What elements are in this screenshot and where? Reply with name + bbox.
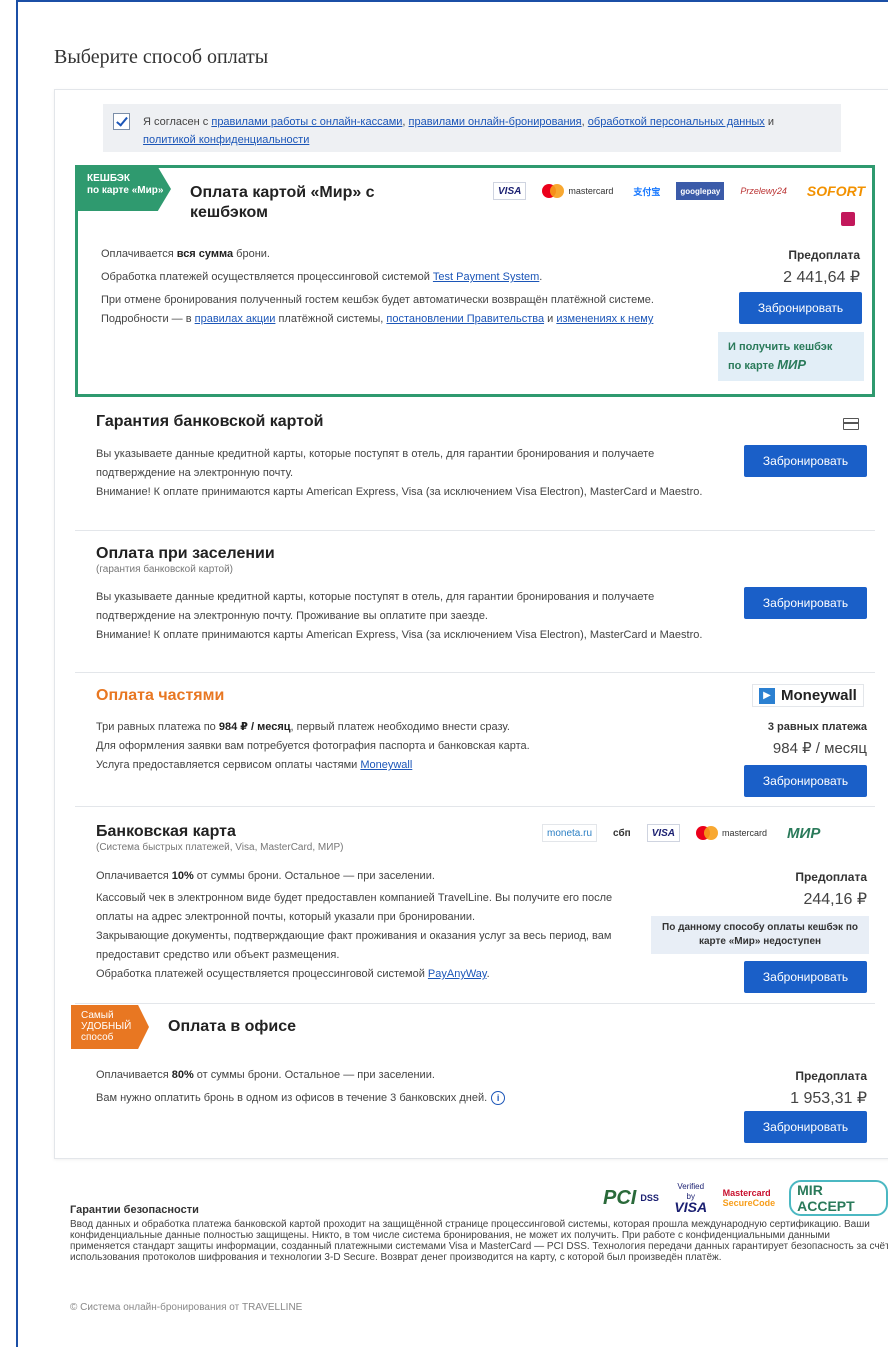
security-logos: PCI DSS Verified by VISA Mastercard SecureC…	[603, 1180, 888, 1216]
agreement-checkbox[interactable]	[113, 113, 130, 130]
office-book-button[interactable]: Забронировать	[744, 1111, 867, 1143]
sbp-logo-icon: сбп	[613, 827, 631, 839]
link-personal-data[interactable]: обработкой персональных данных	[588, 116, 765, 128]
visa-logo-icon: VISA	[646, 824, 681, 842]
bank-card-description: Оплачивается 10% от суммы брони. Остальн…	[96, 870, 613, 980]
installments-book-button[interactable]: Забронировать	[744, 765, 867, 797]
bank-card-cashback-note: По данному способу оплаты кешбэк по карт…	[651, 916, 869, 954]
mastercard-logo-icon: mastercard	[538, 182, 617, 200]
link-test-payment-system[interactable]: Test Payment System	[433, 271, 539, 283]
mir-prepay-label: Предоплата	[788, 248, 860, 262]
mir-logo-icon: МИР	[787, 824, 821, 842]
visa-logo-icon: VISA	[493, 182, 527, 200]
moneywall-icon: ▶	[759, 687, 775, 704]
office-title: Оплата в офисе	[168, 1018, 297, 1035]
guarantee-title: Гарантия банковской картой	[96, 413, 324, 430]
installments-title: Оплата частями	[96, 687, 225, 704]
office-description: Оплачивается 80% от суммы брони. Остальн…	[96, 1066, 656, 1108]
przelewy24-logo-icon: Przelewy24	[740, 186, 787, 196]
moneywall-logo: ▶ Moneywall	[752, 684, 864, 707]
moneta-logo-icon: moneta.ru	[542, 824, 598, 842]
checkin-description: Вы указываете данные кредитной карты, ко…	[96, 591, 703, 641]
copyright: © Система онлайн-бронирования от TRAVELL…	[70, 1302, 303, 1313]
checkin-title: Оплата при заселении	[96, 545, 275, 562]
alipay-logo-icon: 支付宝	[633, 186, 661, 197]
installments-price: 984 ₽ / месяц	[772, 740, 867, 757]
mir-option-title: Оплата картой «Мир» с кешбэком	[190, 184, 375, 221]
payment-methods-panel: Я согласен с правилами работы с онлайн-к…	[54, 89, 888, 1159]
guarantee-book-button[interactable]: Забронировать	[744, 445, 867, 477]
link-online-cash-rules[interactable]: правилами работы с онлайн-кассами	[211, 116, 402, 128]
mastercard-securecode-logo-icon: Mastercard SecureCode	[722, 1188, 776, 1208]
ideal-logo-icon	[841, 212, 855, 226]
credit-card-icon	[843, 418, 859, 430]
mir-description: Оплачивается вся сумма брони. Обработка …	[101, 248, 654, 325]
office-prepay-label: Предоплата	[795, 1069, 867, 1083]
bank-card-title: Банковская карта	[96, 823, 236, 840]
security-text: Ввод данных и обработка платежа банковск…	[70, 1219, 888, 1263]
bank-card-book-button[interactable]: Забронировать	[744, 961, 867, 993]
link-promo-rules[interactable]: правилах акции	[195, 313, 276, 325]
mir-book-button[interactable]: Забронировать	[739, 292, 862, 324]
security-title: Гарантии безопасности	[70, 1204, 199, 1216]
office-price: 1 953,31 ₽	[790, 1090, 867, 1107]
mir-accept-logo-icon: MIR ACCEPT	[789, 1180, 888, 1216]
link-moneywall[interactable]: Moneywall	[360, 759, 412, 771]
bank-card-prepay-label: Предоплата	[795, 870, 867, 884]
mir-logos: VISA mastercard 支付宝 googlepay Przelewy24…	[493, 182, 869, 200]
verified-by-visa-logo-icon: Verified by VISA	[674, 1181, 708, 1215]
mir-cashback-note: И получить кешбэк по карте МИР	[718, 332, 864, 381]
checkin-subtitle: (гарантия банковской картой)	[96, 564, 234, 575]
checkin-book-button[interactable]: Забронировать	[744, 587, 867, 619]
guarantee-description: Вы указываете данные кредитной карты, ко…	[96, 448, 703, 498]
booking-frame: Выберите способ оплаты Я согласен с прав…	[16, 0, 888, 1347]
installments-label: 3 равных платежа	[767, 721, 867, 733]
link-privacy-policy[interactable]: политикой конфиденциальности	[143, 134, 309, 146]
link-decree-changes[interactable]: изменениях к нему	[556, 313, 653, 325]
link-government-decree[interactable]: постановлении Правительства	[386, 313, 544, 325]
link-booking-rules[interactable]: правилами онлайн-бронирования	[409, 116, 582, 128]
googlepay-logo-icon: googlepay	[676, 182, 725, 200]
bank-card-subtitle: (Система быстрых платежей, Visa, MasterC…	[96, 842, 344, 853]
mir-cashback-option: КЕШБЭК по карте «Мир» Оплата картой «Мир…	[75, 165, 875, 397]
page-title: Выберите способ оплаты	[54, 46, 269, 68]
agreement-block: Я согласен с правилами работы с онлайн-к…	[103, 104, 841, 152]
most-convenient-tag: Самый УДОБНЫЙ способ	[71, 1005, 149, 1049]
mir-price: 2 441,64 ₽	[783, 269, 860, 286]
link-payanyway[interactable]: PayAnyWay	[428, 968, 487, 980]
bank-card-logos: moneta.ru сбп VISA mastercard МИР	[542, 824, 824, 842]
sofort-logo-icon: SOFORT	[806, 183, 865, 199]
mastercard-logo-icon: mastercard	[692, 824, 771, 842]
info-icon[interactable]: i	[491, 1091, 506, 1106]
cashback-tag: КЕШБЭК по карте «Мир»	[77, 167, 171, 211]
pci-dss-logo-icon: PCI DSS	[603, 1186, 659, 1209]
bank-card-price: 244,16 ₽	[803, 891, 867, 908]
installments-description: Три равных платежа по 984 ₽ / месяц, пер…	[96, 721, 530, 771]
